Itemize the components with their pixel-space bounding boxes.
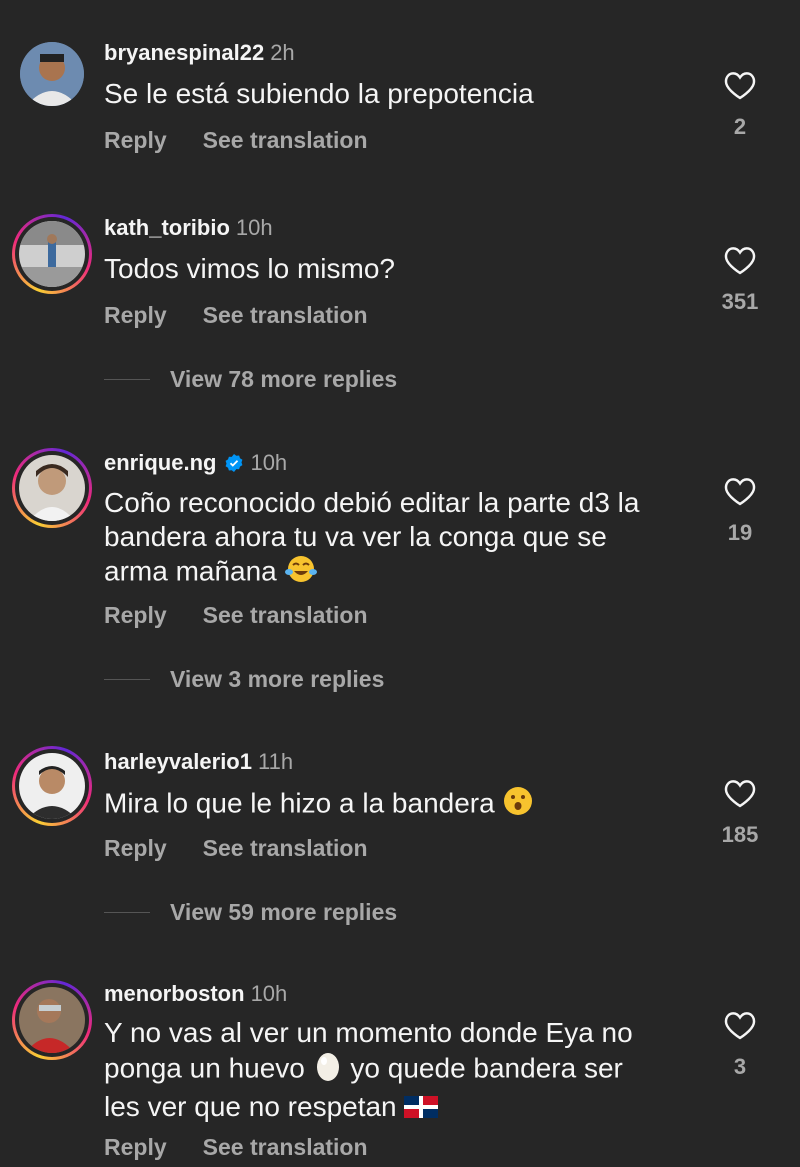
comment-text: Mira lo que le hizo a la bandera [104, 785, 704, 825]
hushed-face-emoji [502, 785, 534, 825]
like-control[interactable]: 2 [708, 70, 772, 140]
avatar-image [19, 221, 85, 287]
reply-button[interactable]: Reply [104, 602, 167, 629]
avatar[interactable] [12, 448, 92, 528]
view-more-replies-label[interactable]: View 78 more replies [170, 366, 397, 393]
reply-button[interactable]: Reply [104, 302, 167, 329]
like-count: 3 [733, 1054, 747, 1079]
avatar[interactable] [12, 214, 92, 294]
timestamp: 10h [250, 981, 288, 1006]
view-more-replies[interactable]: View 78 more replies [104, 366, 397, 393]
like-count: 351 [721, 289, 759, 314]
comment-text-line: bandera ahora tu va ver la conga que se [104, 521, 607, 552]
comment-header: harleyvalerio1 11h [104, 749, 293, 775]
comment-text-line: arma mañana [104, 554, 704, 592]
see-translation-button[interactable]: See translation [203, 1134, 368, 1161]
username[interactable]: kath_toribio [104, 215, 230, 241]
view-more-replies-label[interactable]: View 59 more replies [170, 899, 397, 926]
avatar-image [20, 42, 84, 106]
avatar[interactable] [12, 34, 92, 114]
like-control[interactable]: 351 [708, 245, 772, 315]
view-more-replies-label[interactable]: View 3 more replies [170, 666, 384, 693]
comment-text: Todos vimos lo mismo? [104, 253, 395, 284]
reply-button[interactable]: Reply [104, 127, 167, 154]
like-control[interactable]: 185 [708, 778, 772, 848]
comment-text: Coño reconocido debió editar la parte d3… [104, 486, 704, 592]
avatar-image [19, 987, 85, 1053]
avatar[interactable] [12, 746, 92, 826]
like-count: 2 [733, 114, 747, 139]
verified-badge-icon [224, 453, 244, 473]
heart-outline-icon[interactable] [708, 476, 772, 506]
username[interactable]: enrique.ng [104, 450, 216, 476]
heart-outline-icon[interactable] [708, 245, 772, 275]
divider [104, 912, 150, 913]
view-more-replies[interactable]: View 59 more replies [104, 899, 397, 926]
divider [104, 379, 150, 380]
see-translation-button[interactable]: See translation [203, 602, 368, 629]
timestamp: 10h [250, 450, 288, 475]
timestamp: 10h [235, 215, 273, 240]
comment-header: bryanespinal22 2h [104, 40, 295, 66]
reply-button[interactable]: Reply [104, 835, 167, 862]
like-count: 185 [721, 822, 759, 847]
egg-emoji [313, 1050, 343, 1090]
timestamp: 11h [257, 749, 294, 774]
comment-header: enrique.ng 10h [104, 450, 287, 476]
heart-outline-icon[interactable] [708, 778, 772, 808]
comment-text-line: Y no vas al ver un momento donde Eya no [104, 1017, 633, 1048]
timestamp: 2h [270, 40, 295, 65]
dominican-flag-emoji [404, 1092, 439, 1126]
comment-header: kath_toribio 10h [104, 215, 273, 241]
comment-text: Se le está subiendo la prepotencia [104, 78, 534, 109]
heart-outline-icon[interactable] [708, 1010, 772, 1040]
avatar-image [19, 455, 85, 521]
username[interactable]: harleyvalerio1 [104, 749, 252, 775]
heart-outline-icon[interactable] [708, 70, 772, 100]
see-translation-button[interactable]: See translation [203, 302, 368, 329]
like-control[interactable]: 19 [708, 476, 772, 546]
tears-of-joy-emoji [284, 554, 317, 592]
avatar[interactable] [12, 980, 92, 1060]
like-control[interactable]: 3 [708, 1010, 772, 1080]
comment-text-line: ponga un huevo yo quede bandera ser [104, 1050, 704, 1090]
see-translation-button[interactable]: See translation [203, 127, 368, 154]
avatar-image [19, 753, 85, 819]
view-more-replies[interactable]: View 3 more replies [104, 666, 384, 693]
like-count: 19 [727, 520, 753, 545]
reply-button[interactable]: Reply [104, 1134, 167, 1161]
comment-text-content: Mira lo que le hizo a la bandera [104, 787, 495, 819]
comment-header: menorboston 10h [104, 981, 287, 1007]
username[interactable]: menorboston [104, 981, 245, 1007]
see-translation-button[interactable]: See translation [203, 835, 368, 862]
comment-text: Y no vas al ver un momento donde Eya no … [104, 1016, 704, 1126]
comment-text-line: les ver que no respetan [104, 1090, 704, 1126]
username[interactable]: bryanespinal22 [104, 40, 264, 66]
divider [104, 679, 150, 680]
comment-text-line: Coño reconocido debió editar la parte d3… [104, 487, 640, 518]
